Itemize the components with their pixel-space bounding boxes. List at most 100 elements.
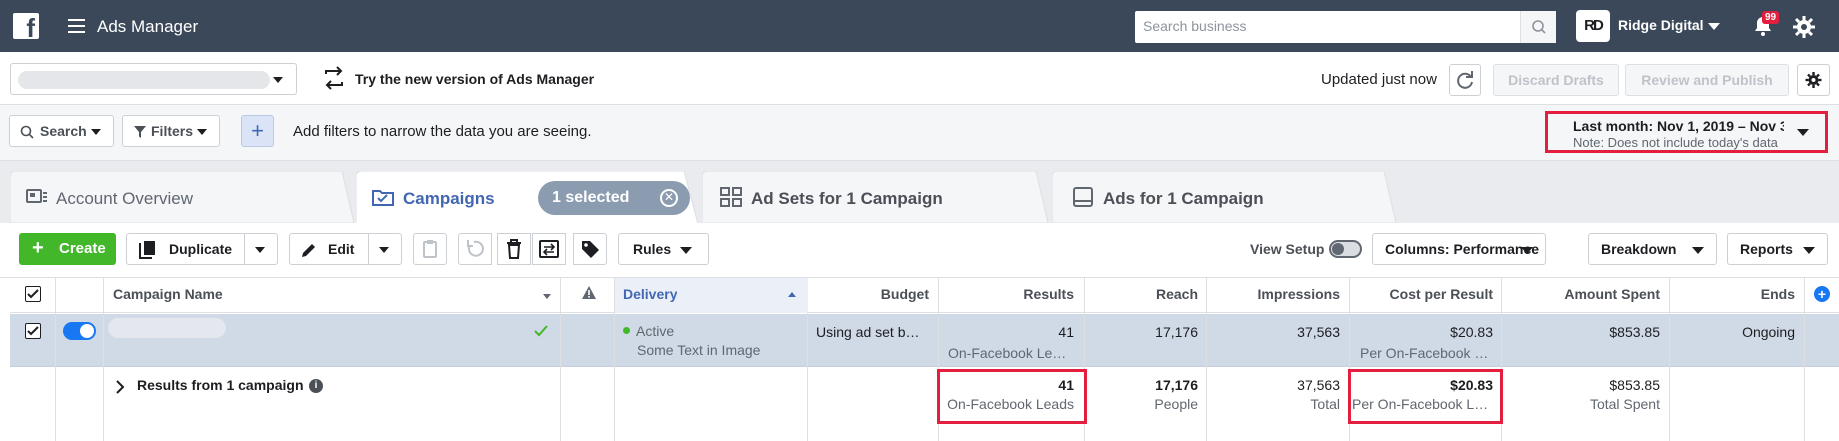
header-campaign-name[interactable]: Campaign Name <box>113 286 223 302</box>
summary-label[interactable]: Results from 1 campaign <box>137 377 304 393</box>
info-icon[interactable]: i <box>309 379 323 393</box>
chevron-down-icon <box>1521 247 1533 254</box>
view-setup-toggle[interactable] <box>1329 240 1362 258</box>
clipboard-button[interactable] <box>413 233 447 265</box>
header-delivery[interactable]: Delivery <box>623 286 677 302</box>
refresh-button[interactable] <box>1449 64 1481 96</box>
ab-test-button[interactable] <box>532 233 566 265</box>
switch-icon[interactable] <box>322 65 346 91</box>
review-publish-button[interactable]: Review and Publish <box>1625 64 1789 96</box>
redacted-campaign-name[interactable] <box>108 318 226 338</box>
header-reach[interactable]: Reach <box>1085 286 1198 302</box>
ad-icon <box>1073 187 1093 207</box>
rules-label: Rules <box>633 241 672 257</box>
rules-button[interactable]: Rules <box>618 233 709 265</box>
close-icon[interactable]: ✕ <box>660 189 678 207</box>
update-status: Updated just now <box>1321 71 1437 88</box>
breakdown-dropdown[interactable]: Breakdown <box>1588 233 1717 265</box>
chevron-down-icon[interactable] <box>1708 23 1720 30</box>
cost-per-result-highlight-box <box>1348 369 1503 424</box>
header-amount-spent[interactable]: Amount Spent <box>1502 286 1660 302</box>
select-all-checkbox[interactable] <box>25 286 41 302</box>
results-value: 41 <box>1058 324 1074 340</box>
summary-reach-value: 17,176 <box>1155 377 1198 393</box>
restore-button[interactable] <box>458 233 492 265</box>
gear-icon <box>1805 72 1822 88</box>
budget-cell[interactable]: Using ad set b… <box>816 324 926 340</box>
chevron-down-icon <box>1692 247 1704 254</box>
menu-icon[interactable] <box>68 19 85 33</box>
refresh-icon <box>1457 71 1473 89</box>
columns-dropdown[interactable]: Columns: Performance <box>1372 233 1546 265</box>
tab-label: Ads for 1 Campaign <box>1103 189 1264 208</box>
business-search[interactable] <box>1135 11 1556 43</box>
delivery-substatus: Some Text in Image <box>637 342 761 358</box>
search-icon[interactable] <box>1520 11 1556 43</box>
pencil-icon <box>302 244 315 257</box>
search-dropdown[interactable]: Search <box>9 115 114 147</box>
campaigns-table <box>10 278 1839 441</box>
reach-value: 17,176 <box>1155 324 1198 340</box>
redacted-account-name <box>18 71 270 89</box>
discard-drafts-button[interactable]: Discard Drafts <box>1493 64 1619 96</box>
add-column-icon[interactable]: + <box>1814 286 1830 302</box>
ab-test-icon <box>539 240 559 258</box>
tab-label: Ad Sets for 1 Campaign <box>751 189 943 208</box>
facebook-logo[interactable]: f <box>13 13 39 39</box>
header-results[interactable]: Results <box>939 286 1074 302</box>
date-range-picker[interactable]: Last month: Nov 1, 2019 – Nov 30, 2019 N… <box>1545 111 1828 153</box>
chevron-down-icon <box>1797 129 1809 136</box>
tab-account-overview[interactable]: Account Overview <box>10 171 354 223</box>
restore-icon <box>467 240 484 257</box>
active-status-dot <box>623 327 630 334</box>
header-impressions[interactable]: Impressions <box>1207 286 1340 302</box>
tab-ad-sets[interactable]: Ad Sets for 1 Campaign <box>702 171 1048 223</box>
level-tabs: Account Overview Campaigns Ad Sets for 1… <box>0 161 1839 224</box>
search-label: Search <box>40 123 87 139</box>
edit-button[interactable]: Edit <box>289 233 402 265</box>
clipboard-icon <box>423 240 437 258</box>
ad-account-selector[interactable] <box>10 63 297 95</box>
duplicate-button[interactable]: Duplicate <box>126 233 278 265</box>
add-filter-button[interactable]: + <box>241 115 274 147</box>
cost-per-result-value: $20.83 <box>1450 324 1493 340</box>
header-budget[interactable]: Budget <box>808 286 929 302</box>
amount-spent-value: $853.85 <box>1609 324 1660 340</box>
gear-icon[interactable] <box>1792 15 1816 39</box>
settings-button[interactable] <box>1797 64 1830 96</box>
header-ends[interactable]: Ends <box>1670 286 1795 302</box>
account-logo[interactable]: RD <box>1576 10 1610 42</box>
reports-dropdown[interactable]: Reports <box>1727 233 1828 265</box>
chevron-right-icon[interactable] <box>115 380 125 394</box>
delivery-status: Active <box>623 323 674 339</box>
date-range-label: Last month: Nov 1, 2019 – Nov 30, 2019 <box>1573 118 1784 134</box>
chevron-down-icon[interactable] <box>255 247 265 253</box>
account-name[interactable]: Ridge Digital <box>1618 17 1704 33</box>
chevron-down-icon[interactable] <box>379 247 389 253</box>
campaign-toggle[interactable] <box>63 322 96 340</box>
app-title[interactable]: Ads Manager <box>97 17 198 37</box>
selection-pill[interactable]: 1 selected ✕ <box>538 181 690 215</box>
chevron-down-icon <box>273 77 283 83</box>
tab-label: Account Overview <box>56 189 193 208</box>
folder-icon <box>372 190 394 206</box>
filter-hint-text: Add filters to narrow the data you are s… <box>293 123 592 140</box>
table-row[interactable] <box>10 314 1839 367</box>
check-icon <box>534 325 548 337</box>
tag-button[interactable] <box>573 233 607 265</box>
delete-button[interactable] <box>497 233 531 265</box>
plus-icon: + <box>32 237 44 259</box>
filters-dropdown[interactable]: Filters <box>122 115 220 147</box>
columns-label: Columns: Performance <box>1385 241 1540 257</box>
create-button[interactable]: + Create <box>19 233 116 265</box>
tab-ads[interactable]: Ads for 1 Campaign <box>1052 171 1396 223</box>
business-search-input[interactable] <box>1143 18 1503 34</box>
edit-label: Edit <box>328 241 355 257</box>
header-cost-per-result[interactable]: Cost per Result <box>1350 286 1493 302</box>
account-overview-icon <box>26 189 47 203</box>
top-navigation-bar: f Ads Manager RD Ridge Digital 99 <box>0 0 1839 52</box>
row-checkbox[interactable] <box>25 323 41 339</box>
sort-icon[interactable] <box>543 294 551 299</box>
try-new-version-link[interactable]: Try the new version of Ads Manager <box>355 71 594 87</box>
sort-ascending-icon[interactable] <box>788 292 796 297</box>
